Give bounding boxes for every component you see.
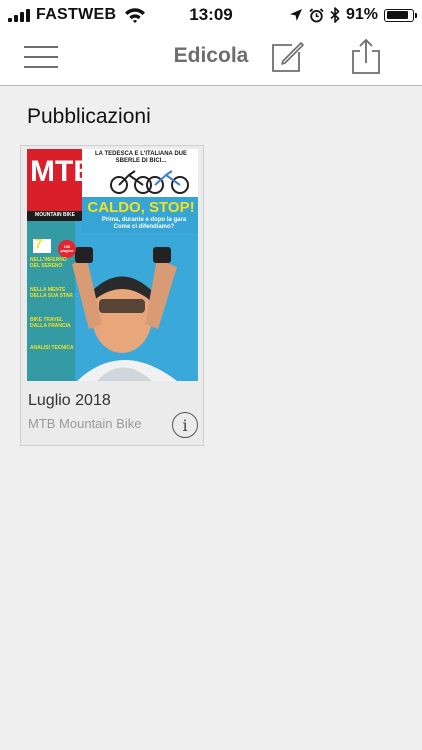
cover-logo-subtitle: MOUNTAIN BIKE [35, 212, 75, 218]
cover-badge: 196 pagine [60, 244, 74, 253]
cover-side-headline-1: NELL'INFERNO DEL SERENO [30, 257, 67, 269]
publication-name: MTB Mountain Bike [28, 416, 142, 431]
cover-issue-number: 7 [35, 236, 43, 251]
status-right: 91% [289, 5, 417, 25]
battery-icon [384, 8, 417, 22]
cover-subheadline: Prima, durante e dopo la gara Come ci di… [101, 217, 187, 230]
alarm-icon [309, 7, 324, 22]
battery-level [386, 11, 409, 19]
share-icon[interactable] [349, 38, 383, 74]
cover-logo: MTB [30, 155, 95, 188]
cover-side-headline-2: NELLA MENTE DELLA SUA STAR [30, 287, 73, 299]
cover-side-headline-3: BIKE TRAVEL DALLA FRANCIA [30, 317, 71, 329]
publication-issue-title: Luglio 2018 [28, 392, 111, 409]
info-button[interactable]: i [172, 412, 198, 438]
navigation-bar: Edicola [0, 30, 422, 86]
bluetooth-icon [330, 7, 340, 23]
location-arrow-icon [289, 9, 302, 21]
magazine-cover[interactable]: MTB MOUNTAIN BIKE LA TEDESCA E L'ITALIAN… [27, 149, 198, 381]
cover-headline: CALDO, STOP! [87, 199, 195, 216]
info-icon: i [182, 415, 188, 435]
compose-icon[interactable] [270, 40, 304, 74]
cover-top-banner: LA TEDESCA E L'ITALIANA DUE SBERLE DI BI… [95, 151, 187, 164]
cover-side-headline-4: ANALISI TECNICA [30, 345, 74, 351]
section-title: Pubblicazioni [27, 105, 151, 128]
battery-percent: 91% [345, 6, 378, 23]
status-bar: FASTWEB 13:09 91% [0, 0, 422, 30]
publication-card[interactable]: MTB MOUNTAIN BIKE LA TEDESCA E L'ITALIAN… [20, 145, 204, 446]
